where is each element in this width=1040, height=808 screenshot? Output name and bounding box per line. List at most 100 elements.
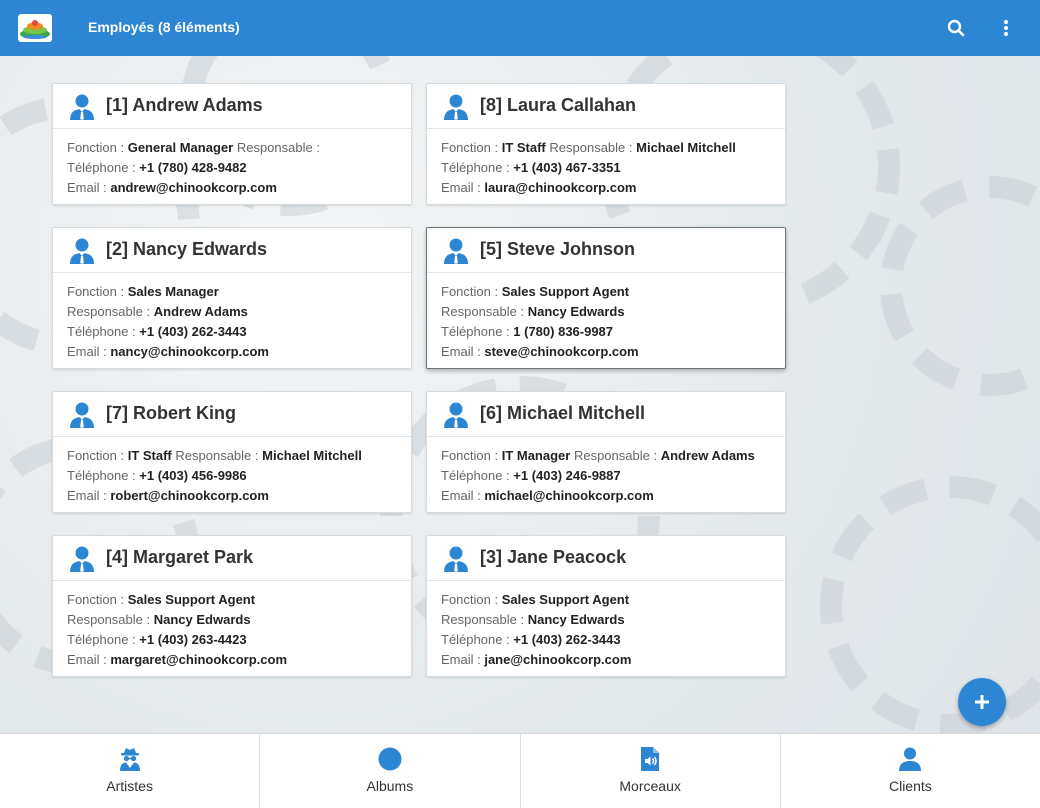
fonction-value: General Manager xyxy=(127,140,234,155)
bottom-navigation: Artistes Albums Morceaux Clients xyxy=(0,733,1040,808)
email-value: jane@chinookcorp.com xyxy=(484,652,632,667)
email-value: andrew@chinookcorp.com xyxy=(110,180,277,195)
employee-card-4[interactable]: [5] Steve Johnson Fonction : Sales Suppo… xyxy=(426,227,786,369)
employee-icon xyxy=(444,94,468,120)
responsable-value: Michael Mitchell xyxy=(262,448,362,463)
email-label: Email : xyxy=(67,652,111,667)
employee-icon xyxy=(444,546,468,572)
card-header: [2] Nancy Edwards xyxy=(53,228,411,273)
search-button[interactable] xyxy=(940,12,972,44)
more-vert-icon xyxy=(1004,20,1008,36)
email-label: Email : xyxy=(67,488,111,503)
plus-icon xyxy=(975,695,989,709)
fonction-value: Sales Support Agent xyxy=(501,284,630,299)
fonction-value: IT Staff xyxy=(127,448,172,463)
email-value: michael@chinookcorp.com xyxy=(484,488,654,503)
card-body: Fonction : General Manager Responsable :… xyxy=(53,129,411,198)
fonction-value: Sales Manager xyxy=(127,284,219,299)
card-header: [3] Jane Peacock xyxy=(427,536,785,581)
email-label: Email : xyxy=(441,344,485,359)
fonction-label: Fonction : xyxy=(67,140,128,155)
employee-card-5[interactable]: [7] Robert King Fonction : IT Staff Resp… xyxy=(52,391,412,513)
employee-card-8[interactable]: [3] Jane Peacock Fonction : Sales Suppor… xyxy=(426,535,786,677)
employee-icon xyxy=(444,402,468,428)
nav-albums[interactable]: Albums xyxy=(260,734,521,808)
employee-icon xyxy=(70,546,94,572)
employee-name: [2] Nancy Edwards xyxy=(106,239,268,259)
responsable-value: Andrew Adams xyxy=(153,304,248,319)
employee-card-7[interactable]: [4] Margaret Park Fonction : Sales Suppo… xyxy=(52,535,412,677)
responsable-label: Responsable : xyxy=(175,448,263,463)
telephone-label: Téléphone : xyxy=(441,324,514,339)
telephone-value: +1 (403) 263-4423 xyxy=(139,632,247,647)
employee-name: [7] Robert King xyxy=(106,403,236,423)
responsable-label: Responsable : xyxy=(67,304,154,319)
employee-name: [1] Andrew Adams xyxy=(106,95,263,115)
employee-icon xyxy=(70,402,94,428)
telephone-label: Téléphone : xyxy=(441,468,514,483)
nav-morceaux[interactable]: Morceaux xyxy=(521,734,781,808)
telephone-value: +1 (780) 428-9482 xyxy=(139,160,247,175)
fonction-label: Fonction : xyxy=(441,448,502,463)
employee-card-1[interactable]: [1] Andrew Adams Fonction : General Mana… xyxy=(52,83,412,205)
fonction-value: IT Manager xyxy=(501,448,571,463)
email-value: nancy@chinookcorp.com xyxy=(110,344,269,359)
nav-artistes[interactable]: Artistes xyxy=(0,734,261,808)
card-body: Fonction : Sales Support Agent Responsab… xyxy=(53,581,411,670)
telephone-value: +1 (403) 262-3443 xyxy=(139,324,247,339)
card-body: Fonction : IT Staff Responsable : Michae… xyxy=(53,437,411,506)
telephone-label: Téléphone : xyxy=(67,324,140,339)
telephone-value: 1 (780) 836-9987 xyxy=(513,324,614,339)
telephone-value: +1 (403) 262-3443 xyxy=(513,632,621,647)
responsable-value: Michael Mitchell xyxy=(636,140,736,155)
employee-icon xyxy=(70,238,94,264)
responsable-value: Nancy Edwards xyxy=(153,612,251,627)
employee-icon xyxy=(70,94,94,120)
card-header: [7] Robert King xyxy=(53,392,411,437)
responsable-label: Responsable : xyxy=(549,140,637,155)
card-header: [1] Andrew Adams xyxy=(53,84,411,129)
employee-name: [5] Steve Johnson xyxy=(480,239,636,259)
card-body: Fonction : Sales Support Agent Responsab… xyxy=(427,273,785,362)
telephone-value: +1 (403) 246-9887 xyxy=(513,468,621,483)
employee-icon xyxy=(444,238,468,264)
card-header: [6] Michael Mitchell xyxy=(427,392,785,437)
fonction-label: Fonction : xyxy=(67,448,128,463)
card-body: Fonction : Sales Manager Responsable : A… xyxy=(53,273,411,362)
email-label: Email : xyxy=(441,180,485,195)
email-label: Email : xyxy=(67,180,111,195)
audio-file-icon xyxy=(641,747,660,771)
fonction-label: Fonction : xyxy=(441,140,502,155)
nav-label-morceaux: Morceaux xyxy=(619,778,681,794)
telephone-label: Téléphone : xyxy=(67,632,140,647)
email-value: laura@chinookcorp.com xyxy=(484,180,637,195)
app-bar: Employés (8 éléments) xyxy=(0,0,1040,56)
card-header: [8] Laura Callahan xyxy=(427,84,785,129)
card-header: [5] Steve Johnson xyxy=(427,228,785,273)
nav-clients[interactable]: Clients xyxy=(781,734,1040,808)
employee-name: [3] Jane Peacock xyxy=(480,547,627,567)
fonction-value: Sales Support Agent xyxy=(501,592,630,607)
nav-label-artistes: Artistes xyxy=(106,778,153,794)
spy-icon xyxy=(119,748,140,771)
nav-label-albums: Albums xyxy=(366,778,414,794)
add-employee-button[interactable] xyxy=(958,678,1006,726)
responsable-label: Responsable : xyxy=(441,304,528,319)
telephone-label: Téléphone : xyxy=(67,468,140,483)
email-label: Email : xyxy=(67,344,111,359)
employee-name: [4] Margaret Park xyxy=(106,547,254,567)
fonction-label: Fonction : xyxy=(441,592,502,607)
telephone-label: Téléphone : xyxy=(441,632,514,647)
card-body: Fonction : IT Staff Responsable : Michae… xyxy=(427,129,785,198)
employee-card-3[interactable]: [2] Nancy Edwards Fonction : Sales Manag… xyxy=(52,227,412,369)
more-menu-button[interactable] xyxy=(990,12,1022,44)
fonction-value: IT Staff xyxy=(501,140,546,155)
responsable-value: Nancy Edwards xyxy=(527,612,625,627)
search-icon xyxy=(947,19,965,37)
employee-name: [6] Michael Mitchell xyxy=(480,403,646,423)
fonction-label: Fonction : xyxy=(67,592,128,607)
email-label: Email : xyxy=(441,488,485,503)
employee-card-6[interactable]: [6] Michael Mitchell Fonction : IT Manag… xyxy=(426,391,786,513)
employee-card-2[interactable]: [8] Laura Callahan Fonction : IT Staff R… xyxy=(426,83,786,205)
telephone-label: Téléphone : xyxy=(67,160,140,175)
